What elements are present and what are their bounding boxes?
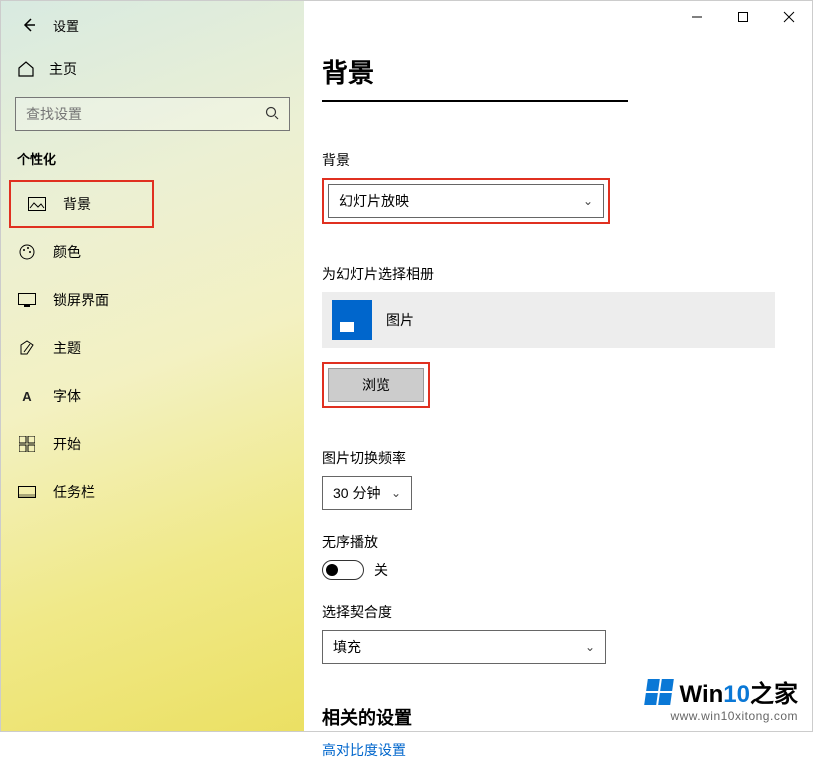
dropdown-value: 填充 [333,637,361,657]
sidebar-home[interactable]: 主页 [1,49,304,89]
windows-logo-icon [644,679,674,705]
chevron-down-icon: ⌄ [391,486,401,500]
search-icon [265,106,279,123]
back-arrow-icon [21,17,37,33]
home-label: 主页 [49,59,77,79]
search-input[interactable] [26,106,241,122]
highlight-box-browse: 浏览 [322,362,430,408]
taskbar-icon [17,486,37,498]
background-label: 背景 [322,150,812,170]
album-name: 图片 [386,310,414,330]
close-button[interactable] [766,1,812,33]
highlight-box-dropdown: 幻灯片放映 ⌄ [322,178,610,224]
shuffle-state: 关 [374,560,388,580]
sidebar-item-colors[interactable]: 颜色 [1,228,304,276]
dropdown-value: 幻灯片放映 [339,191,409,211]
home-icon [17,60,35,78]
sidebar: 设置 主页 个性化 背景 颜色 锁屏界面 [1,1,304,731]
watermark-url: www.win10xitong.com [646,709,798,723]
frequency-dropdown[interactable]: 30 分钟 ⌄ [322,476,412,510]
sidebar-item-fonts[interactable]: A 字体 [1,372,304,420]
window-controls [674,1,812,33]
start-icon [17,436,37,452]
sidebar-item-themes[interactable]: 主题 [1,324,304,372]
brand-suffix: 之家 [750,681,798,708]
fit-dropdown[interactable]: 填充 ⌄ [322,630,606,664]
shuffle-toggle[interactable] [322,560,364,580]
title-underline [322,100,628,102]
maximize-button[interactable] [720,1,766,33]
sidebar-item-label: 字体 [53,386,81,406]
fit-label: 选择契合度 [322,602,812,622]
shuffle-label: 无序播放 [322,532,812,552]
titlebar-left: 设置 [1,1,304,49]
minimize-button[interactable] [674,1,720,33]
sidebar-item-taskbar[interactable]: 任务栏 [1,468,304,516]
sidebar-item-label: 锁屏界面 [53,290,109,310]
dropdown-value: 30 分钟 [333,483,380,503]
app-title: 设置 [53,16,79,35]
theme-icon [17,339,37,357]
album-thumbnail [332,300,372,340]
background-dropdown[interactable]: 幻灯片放映 ⌄ [328,184,604,218]
chevron-down-icon: ⌄ [585,640,595,654]
page-title: 背景 [322,53,812,90]
brand-prefix: Win [680,681,724,708]
sidebar-item-label: 颜色 [53,242,81,262]
sidebar-item-label: 开始 [53,434,81,454]
palette-icon [17,243,37,261]
brand-num: 10 [723,681,750,708]
font-icon: A [17,389,37,404]
sidebar-item-label: 主题 [53,338,81,358]
album-label: 为幻灯片选择相册 [322,264,812,284]
close-icon [783,11,795,23]
watermark: Win10之家 www.win10xitong.com [646,674,798,723]
sidebar-section-title: 个性化 [1,149,304,180]
picture-icon [27,197,47,211]
sidebar-item-background[interactable]: 背景 [9,180,154,228]
sidebar-item-label: 任务栏 [53,482,95,502]
back-button[interactable] [9,5,49,45]
main-content: 背景 背景 幻灯片放映 ⌄ 为幻灯片选择相册 图片 浏览 图片切换频率 [304,1,812,731]
sidebar-item-label: 背景 [63,194,91,214]
frequency-label: 图片切换频率 [322,448,812,468]
chevron-down-icon: ⌄ [583,194,593,208]
browse-button[interactable]: 浏览 [328,368,424,402]
sidebar-item-start[interactable]: 开始 [1,420,304,468]
maximize-icon [737,11,749,23]
minimize-icon [691,11,703,23]
album-row[interactable]: 图片 [322,292,775,348]
search-box[interactable] [15,97,290,131]
sidebar-item-lockscreen[interactable]: 锁屏界面 [1,276,304,324]
lockscreen-icon [17,293,37,307]
high-contrast-link[interactable]: 高对比度设置 [322,740,812,760]
